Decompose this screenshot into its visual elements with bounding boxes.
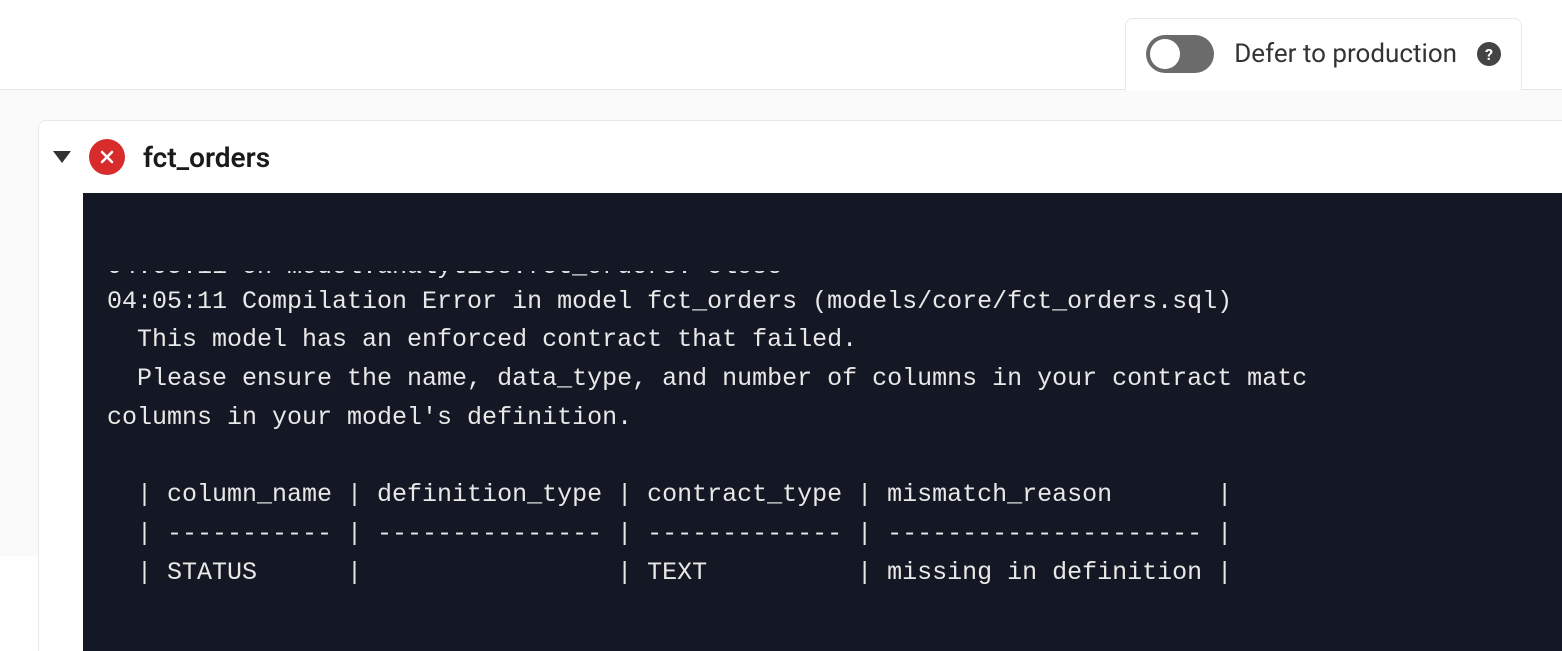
defer-label: Defer to production xyxy=(1234,39,1457,69)
terminal-partial-line: 04:05:11 on model.analytics.fct_orders: … xyxy=(107,271,1538,283)
panel-header: fct_orders xyxy=(39,121,1562,193)
terminal-output[interactable]: 04:05:11 on model.analytics.fct_orders: … xyxy=(83,193,1562,651)
terminal-line: This model has an enforced contract that… xyxy=(107,325,857,354)
defer-toggle[interactable] xyxy=(1146,35,1214,73)
terminal-line: | ----------- | --------------- | ------… xyxy=(107,519,1232,548)
help-icon[interactable]: ? xyxy=(1477,42,1501,66)
defer-to-production-container: Defer to production ? xyxy=(1125,18,1522,90)
terminal-line: | column_name | definition_type | contra… xyxy=(107,480,1232,509)
content-area: fct_orders 04:05:11 on model.analytics.f… xyxy=(0,90,1562,556)
collapse-icon[interactable] xyxy=(53,151,71,163)
top-bar: Defer to production ? xyxy=(0,0,1562,90)
terminal-line: 04:05:11 Compilation Error in model fct_… xyxy=(107,287,1232,316)
terminal-line: Please ensure the name, data_type, and n… xyxy=(107,364,1307,393)
terminal-line: | STATUS | | TEXT | missing in definitio… xyxy=(107,558,1232,587)
terminal-line xyxy=(107,442,137,471)
toggle-knob xyxy=(1150,39,1180,69)
terminal-line: columns in your model's definition. xyxy=(107,403,632,432)
error-icon xyxy=(89,139,125,175)
result-panel: fct_orders 04:05:11 on model.analytics.f… xyxy=(38,120,1562,651)
panel-title: fct_orders xyxy=(143,141,270,174)
